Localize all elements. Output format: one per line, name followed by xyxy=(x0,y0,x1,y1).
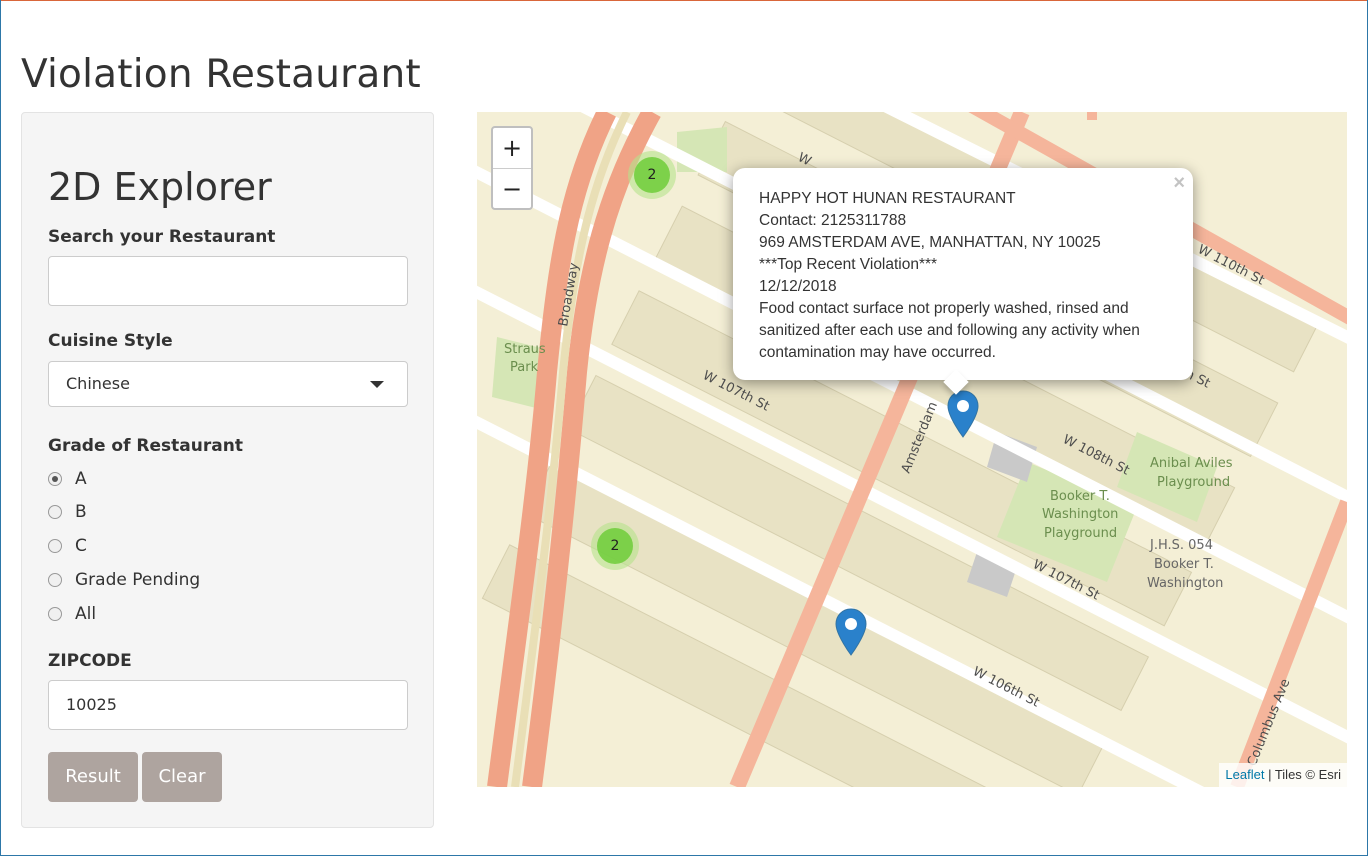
marker-cluster[interactable]: 2 xyxy=(591,522,639,570)
zoom-out-button[interactable]: − xyxy=(493,169,531,209)
radio-button-checked[interactable] xyxy=(48,472,62,486)
grade-label: Grade of Restaurant xyxy=(48,436,243,456)
park-label-straus-2: Park xyxy=(510,360,539,375)
chevron-down-icon xyxy=(370,381,384,388)
park-label-aviles-1: Anibal Aviles xyxy=(1150,456,1233,471)
grade-option-label: All xyxy=(75,604,97,624)
popup-violation-header: ***Top Recent Violation*** xyxy=(759,256,938,273)
grade-option-label: C xyxy=(75,536,87,556)
tiles-credit: | Tiles © Esri xyxy=(1264,767,1341,782)
grade-option-all[interactable]: All xyxy=(48,602,96,626)
park-label-booker-1: Booker T. xyxy=(1050,489,1110,504)
cuisine-selected-value: Chinese xyxy=(66,374,130,393)
grade-option-label: A xyxy=(75,469,87,489)
grade-option-b[interactable]: B xyxy=(48,500,87,524)
search-input[interactable] xyxy=(48,256,408,306)
park-label-straus-1: Straus xyxy=(504,342,546,357)
grade-option-a[interactable]: A xyxy=(48,467,87,491)
grade-option-pending[interactable]: Grade Pending xyxy=(48,568,200,592)
radio-button[interactable] xyxy=(48,573,62,587)
cluster-count: 2 xyxy=(634,157,670,193)
cuisine-label: Cuisine Style xyxy=(48,331,173,351)
close-icon[interactable]: × xyxy=(1173,172,1185,195)
popup-restaurant-name: HAPPY HOT HUNAN RESTAURANT xyxy=(759,190,1016,207)
map-pin-icon[interactable] xyxy=(946,390,980,438)
map-pin-icon[interactable] xyxy=(834,608,868,656)
grade-option-label: Grade Pending xyxy=(75,570,201,590)
window-left-border xyxy=(0,0,1,856)
popup-description-line: contamination may have occurred. xyxy=(759,344,996,361)
clear-button[interactable]: Clear xyxy=(142,752,222,802)
cluster-count: 2 xyxy=(597,528,633,564)
grade-option-c[interactable]: C xyxy=(48,534,87,558)
result-button[interactable]: Result xyxy=(48,752,138,802)
sidebar-panel: 2D Explorer Search your Restaurant Cuisi… xyxy=(21,112,434,828)
park-label-jhs-3: Washington xyxy=(1147,576,1223,591)
leaflet-link[interactable]: Leaflet xyxy=(1225,767,1264,782)
cuisine-select[interactable]: Chinese xyxy=(48,361,408,407)
popup-description-line: Food contact surface not properly washed… xyxy=(759,300,1129,317)
popup-description-line: sanitized after each use and following a… xyxy=(759,322,1140,339)
zipcode-input[interactable]: 10025 xyxy=(48,680,408,730)
map-view[interactable]: Broadway W 107th St W 108th St W 110th S… xyxy=(477,112,1347,787)
window-top-border xyxy=(0,0,1368,1)
radio-button[interactable] xyxy=(48,505,62,519)
zoom-in-button[interactable]: + xyxy=(493,128,531,169)
panel-title: 2D Explorer xyxy=(48,165,272,209)
park-label-aviles-2: Playground xyxy=(1157,475,1230,490)
app-title: Violation Restaurant xyxy=(21,52,421,97)
radio-button[interactable] xyxy=(48,607,62,621)
popup-contact: Contact: 2125311788 xyxy=(759,212,907,229)
park-label-booker-2: Washington xyxy=(1042,507,1118,522)
grade-option-label: B xyxy=(75,502,87,522)
marker-cluster[interactable]: 2 xyxy=(628,151,676,199)
park-label-booker-3: Playground xyxy=(1044,526,1117,541)
zoom-control: + − xyxy=(491,126,533,210)
search-label: Search your Restaurant xyxy=(48,227,276,247)
zipcode-label: ZIPCODE xyxy=(48,651,132,671)
park-label-jhs-2: Booker T. xyxy=(1154,557,1214,572)
map-attribution: Leaflet | Tiles © Esri xyxy=(1219,763,1347,787)
radio-button[interactable] xyxy=(48,539,62,553)
popup-address: 969 AMSTERDAM AVE, MANHATTAN, NY 10025 xyxy=(759,234,1101,251)
park-label-jhs-1: J.H.S. 054 xyxy=(1149,538,1213,553)
restaurant-popup: × HAPPY HOT HUNAN RESTAURANT Contact: 21… xyxy=(733,168,1193,395)
popup-date: 12/12/2018 xyxy=(759,278,837,295)
